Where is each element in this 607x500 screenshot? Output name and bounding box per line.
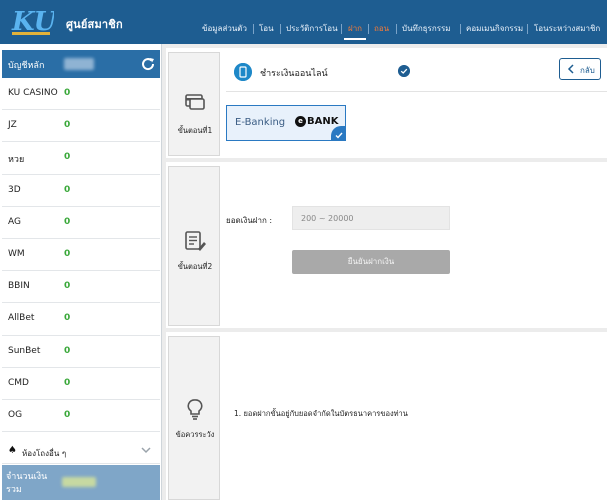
total-balance-label: จำนวนเงินรวม (6, 472, 48, 495)
account-row-jz[interactable]: JZ 0 (2, 110, 160, 143)
back-button[interactable]: กลับ (559, 58, 601, 80)
online-payment-title-row: ชำระเงินออนไลน์ กลับ (226, 54, 607, 92)
lightbulb-icon (187, 399, 203, 420)
step1-label: ขั้นตอนที่1 (177, 126, 213, 135)
account-row-cmd[interactable]: CMD 0 (2, 368, 160, 400)
caution-block: ข้อควรระวัง 1. ยอดฝากขั้นอยู่กับยอดจำกัด… (166, 332, 607, 500)
main-account-header: บัญชีหลัก (2, 50, 160, 78)
nav-deposit[interactable]: ฝาก (348, 22, 362, 36)
caution-label: ข้อควรระวัง (175, 430, 215, 439)
nav-profile[interactable]: ข้อมูลส่วนตัว (202, 22, 247, 36)
total-balance-blurred (62, 477, 96, 487)
ebank-e-icon: e (295, 116, 306, 127)
top-header: KU ศูนย์สมาชิก ข้อมูลส่วนตัว โอน ประวัติ… (0, 0, 607, 44)
ebanking-label: E-Banking (235, 117, 286, 128)
account-row-sunbet[interactable]: SunBet 0 (2, 336, 160, 368)
step2-label: ขั้นตอนที่2 (177, 262, 213, 271)
card-icon (185, 94, 205, 110)
nav-commission[interactable]: คอมเมนกิจกรรม (466, 22, 523, 36)
account-sidebar: บัญชีหลัก KU CASINO 0 JZ 0 หวย 0 3D 0 AG 0 WM… (0, 44, 162, 500)
account-row-3d[interactable]: 3D 0 (2, 175, 160, 207)
deposit-amount-label: ยอดเงินฝาก : (226, 216, 273, 225)
ku-logo[interactable]: KU (10, 4, 54, 38)
back-label: กลับ (580, 66, 595, 75)
member-center-page: KU ศูนย์สมาชิก ข้อมูลส่วนตัว โอน ประวัติ… (0, 0, 607, 500)
check-badge-icon (398, 65, 410, 77)
site-title: ศูนย์สมาชิก (66, 18, 123, 31)
selected-check-icon (331, 126, 345, 140)
nav-withdraw[interactable]: ถอน (374, 22, 389, 36)
nav-member-transfer[interactable]: โอนระหว่างสมาชิก (534, 22, 600, 36)
step2-block: ขั้นตอนที่2 ยอดเงินฝาก : 200 ~ 20000 ยืน… (166, 162, 607, 328)
chevron-down-icon (141, 447, 151, 454)
account-row-ag[interactable]: AG 0 (2, 207, 160, 239)
chevron-left-icon (567, 64, 574, 74)
form-edit-icon (185, 231, 206, 251)
account-row-og[interactable]: OG 0 (2, 400, 160, 433)
account-row-wm[interactable]: WM 0 (2, 239, 160, 272)
account-row-allbet[interactable]: AllBet 0 (2, 303, 160, 336)
nav-transfer-history[interactable]: ประวัติการโอน (286, 22, 338, 36)
online-payment-title: ชำระเงินออนไลน์ (260, 69, 328, 79)
account-row-bbin[interactable]: BBIN 0 (2, 271, 160, 304)
nav-active-indicator (344, 38, 366, 40)
spade-icon: ♠ (8, 445, 17, 456)
confirm-deposit-button[interactable]: ยืนยันฝากเงิน (292, 250, 450, 274)
deposit-amount-input[interactable]: 200 ~ 20000 (292, 206, 450, 230)
nav-transaction-log[interactable]: บันทึกธุรกรรม (402, 22, 451, 36)
main-account-title: บัญชีหลัก (8, 61, 45, 71)
account-row-ku-casino[interactable]: KU CASINO 0 (2, 78, 160, 111)
mobile-payment-icon (234, 63, 252, 81)
step1-sidebar: ขั้นตอนที่1 (168, 52, 220, 156)
game-account-list: KU CASINO 0 JZ 0 หวย 0 3D 0 AG 0 WM 0 BBIN 0 Al… (2, 78, 160, 433)
step2-sidebar: ขั้นตอนที่2 (168, 166, 220, 326)
deposit-main: ขั้นตอนที่1 ชำระเงินออนไลน์ กลับ E-Banki… (166, 44, 607, 500)
caution-sidebar: ข้อควรระวัง (168, 336, 220, 500)
ebanking-option[interactable]: E-Banking e BANK (226, 105, 346, 141)
total-balance-box: จำนวนเงินรวม (2, 465, 160, 500)
ebank-logo: e BANK (295, 116, 338, 127)
deposit-note-1: 1. ยอดฝากขั้นอยู่กับยอดจำกัดในบัตรธนาคาร… (234, 409, 408, 418)
other-halls-toggle[interactable]: ♠ ห้องโถงอื่น ๆ (2, 440, 160, 464)
refresh-icon[interactable] (140, 56, 156, 72)
step1-block: ขั้นตอนที่1 ชำระเงินออนไลน์ กลับ E-Banki… (166, 48, 607, 158)
nav-transfer[interactable]: โอน (259, 22, 274, 36)
other-halls-label: ห้องโถงอื่น ๆ (22, 449, 67, 458)
account-id-blurred (64, 58, 94, 70)
account-row-lottery[interactable]: หวย 0 (2, 142, 160, 175)
